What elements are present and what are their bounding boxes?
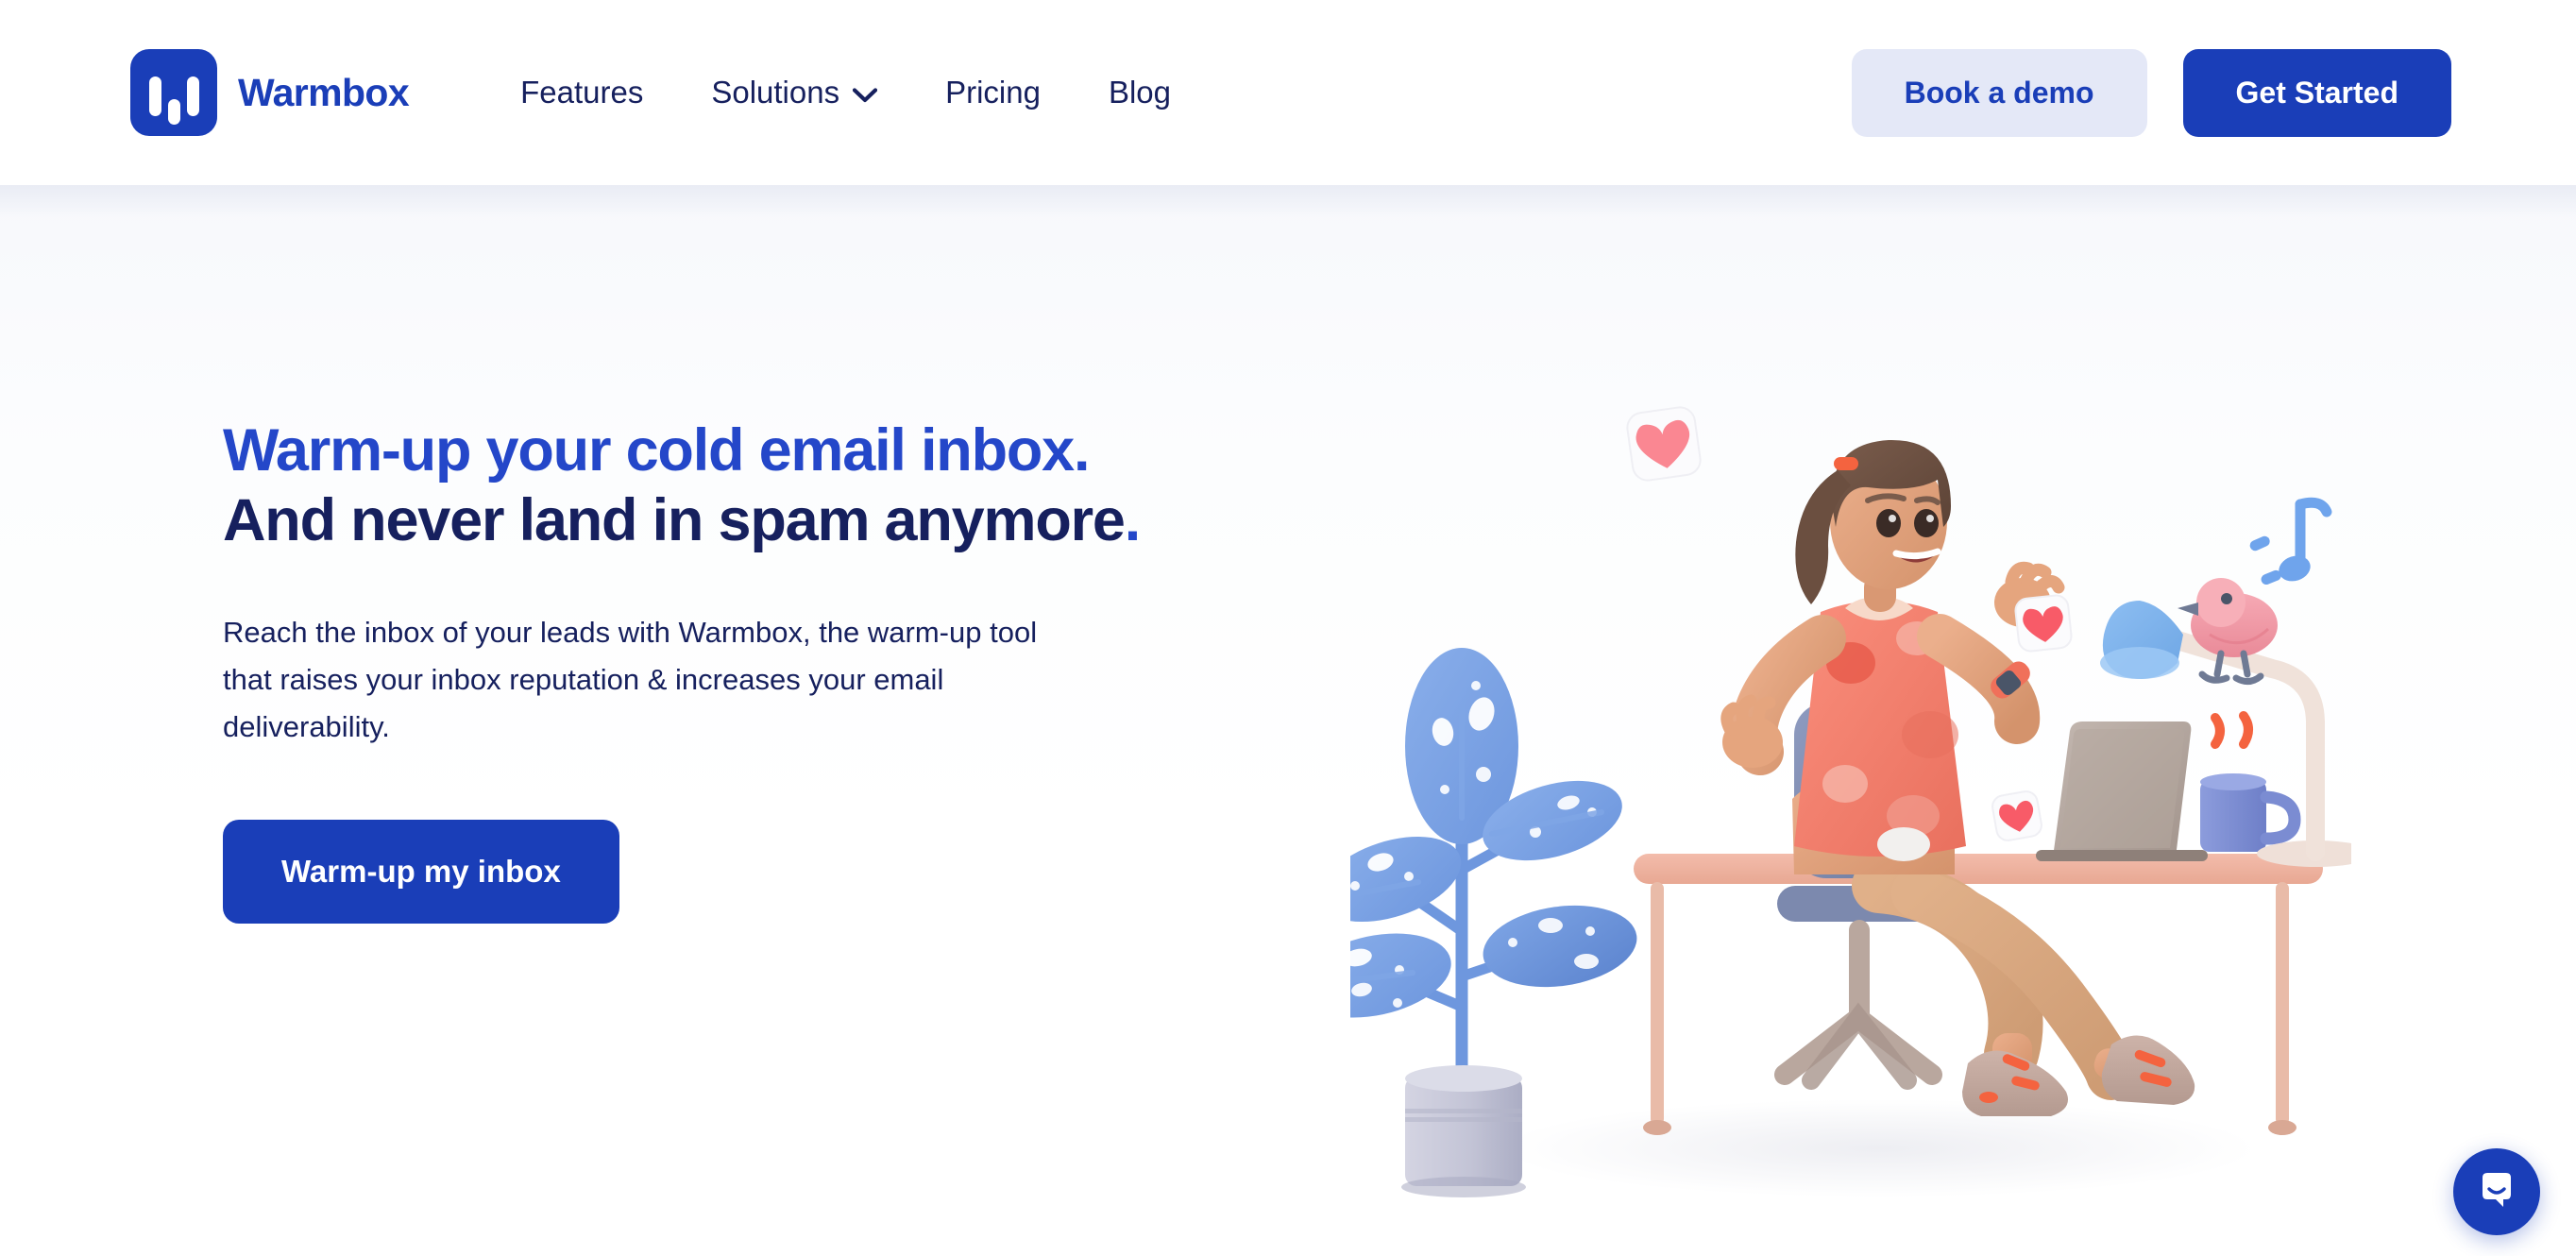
blue-music-notes [2249,497,2332,586]
steam [2239,711,2253,749]
laptop [2036,721,2208,861]
plant-leaf [1483,905,1637,988]
hero-copy: Warm-up your cold email inbox. And never… [223,416,1280,925]
floor-shadow [1501,1099,2257,1197]
headline-line-1: Warm-up your cold email inbox. [223,417,1090,484]
nav-item-pricing[interactable]: Pricing [911,75,1075,110]
heart-card [1991,790,2042,841]
hero-illustration [1350,402,2351,1256]
periwinkle-mug [2200,711,2301,852]
chat-bubble-smile-icon [2475,1168,2518,1216]
nav-label: Solutions [711,75,840,110]
brand-name: Warmbox [238,70,410,114]
header-actions: Book a demo Get Started [1851,48,2451,137]
sneaker [1962,1050,2068,1116]
heart-card [2014,594,2073,653]
headline-line-2-text: And never land in spam anymore [223,487,1126,554]
headline-accent-dot: . [1124,487,1142,554]
warm-up-my-inbox-button[interactable]: Warm-up my inbox [223,820,619,925]
nav-label: Features [520,75,644,110]
plant-leaf [1350,933,1451,1018]
steam [2211,713,2225,749]
hero-subcopy: Reach the inbox of your leads with Warmb… [223,615,1038,744]
warmbox-bars-logo-icon [130,49,217,136]
heart-card [1626,406,1702,482]
chat-launcher-button[interactable] [2453,1148,2540,1235]
nav-item-features[interactable]: Features [486,75,677,110]
get-started-button[interactable]: Get Started [2182,48,2451,137]
sneaker [2101,1035,2195,1105]
nav-label: Pricing [945,75,1041,110]
hero-section: Warm-up your cold email inbox. And never… [0,185,2576,1256]
page-title: Warm-up your cold email inbox. And never… [223,416,1280,556]
headline-line-2: And never land in spam anymore. [223,485,1280,555]
site-header: Warmbox Features Solutions Pricing Blog … [0,0,2576,185]
computer-mouse [1877,827,1930,861]
chevron-down-icon [852,75,878,110]
book-demo-button[interactable]: Book a demo [1851,48,2147,137]
main-navigation: Features Solutions Pricing Blog [486,75,1205,110]
nav-item-solutions[interactable]: Solutions [677,75,911,110]
blue-monstera-plant [1350,648,1637,1197]
grey-plant-pot [1401,1065,1526,1197]
nav-item-blog[interactable]: Blog [1075,75,1205,110]
brand-logo-link[interactable]: Warmbox [130,49,410,136]
nav-label: Blog [1108,75,1172,110]
